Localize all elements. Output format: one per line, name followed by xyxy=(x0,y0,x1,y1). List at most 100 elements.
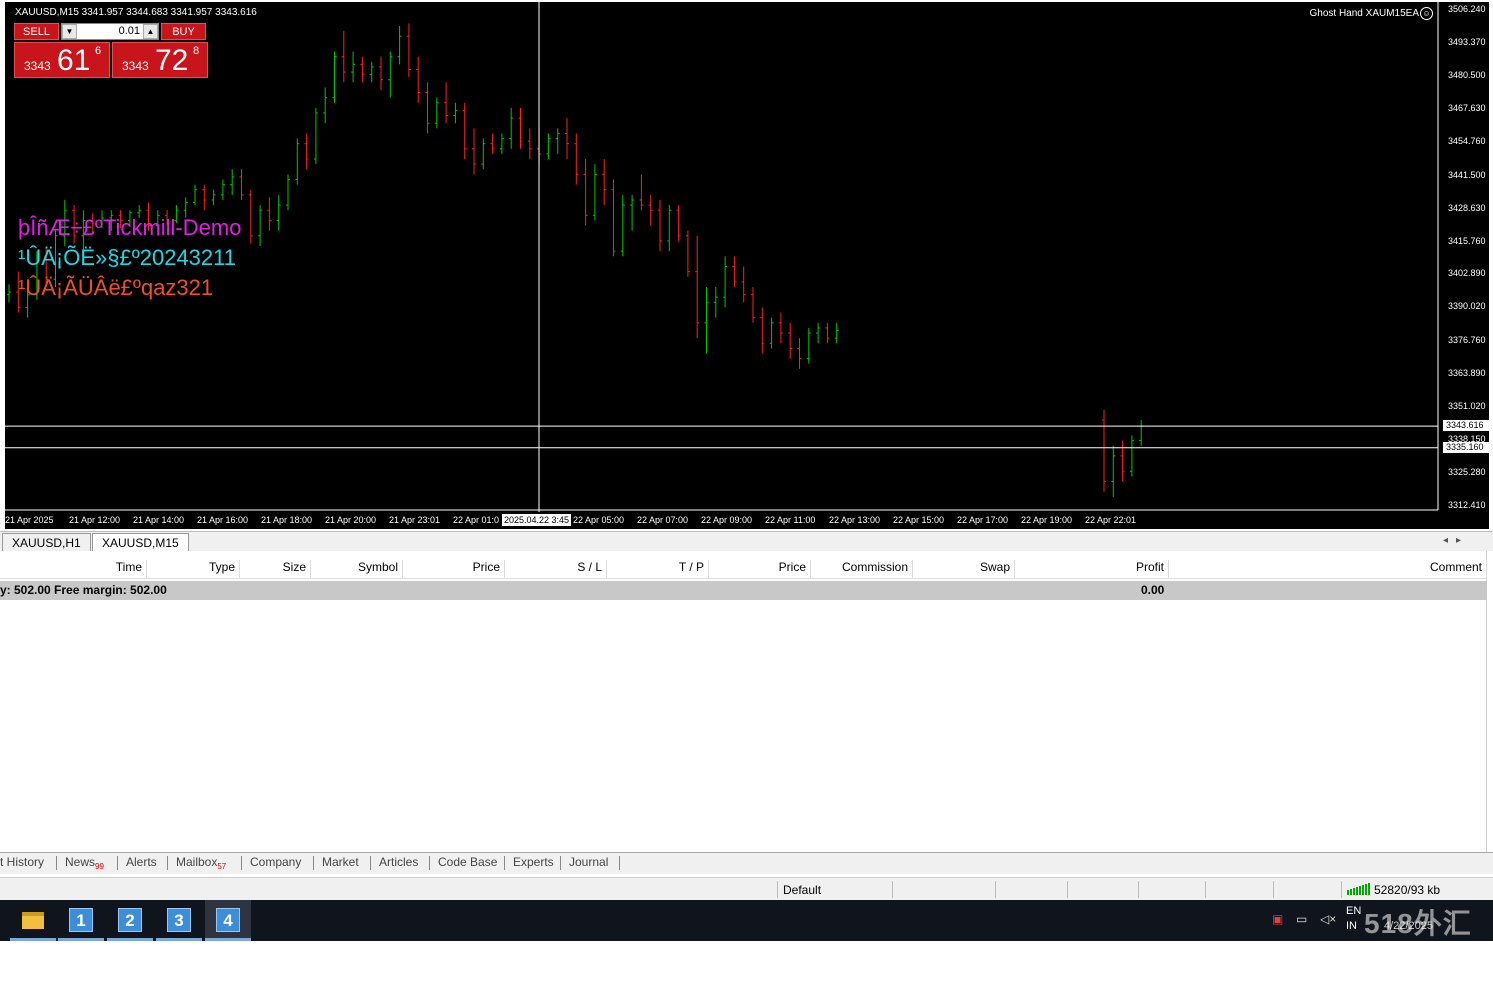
chart-tab-bar: XAUUSD,H1 XAUUSD,M15 ◂▸ xyxy=(0,531,1493,552)
unread-count-badge: 99 xyxy=(95,862,104,871)
time-axis-label: 22 Apr 11:00 xyxy=(765,515,816,525)
candle xyxy=(583,159,588,226)
candle xyxy=(630,194,635,231)
terminal-table-header: Time Type Size Symbol Price S / LT / P Price Co… xyxy=(0,557,1487,579)
tab-scroll-arrows-icon[interactable]: ◂▸ xyxy=(1443,535,1469,546)
column-header[interactable]: Symbol xyxy=(311,560,403,578)
taskbar-app-3[interactable]: 3 xyxy=(156,900,202,941)
price-axis-label: 3402.890 xyxy=(1448,268,1486,279)
candle xyxy=(1111,445,1116,497)
candle xyxy=(602,159,607,206)
candle xyxy=(406,23,411,78)
lang-line-2: IN xyxy=(1346,920,1357,932)
sell-price-point: 6 xyxy=(95,45,102,57)
decrease-lot-icon[interactable]: ▼ xyxy=(62,24,77,39)
candle xyxy=(1120,440,1125,482)
one-click-trading-panel: SELL ▼ 0.01 ▲ BUY 3343 61 6 3343 72 8 xyxy=(14,21,208,78)
increase-lot-icon[interactable]: ▲ xyxy=(143,24,158,39)
chart-canvas[interactable]: XAUUSD,M15 3341.957 3344.683 3341.957 33… xyxy=(5,2,1490,529)
time-axis-label: 21 Apr 23:01 xyxy=(389,515,441,525)
terminal-tab[interactable]: Journal xyxy=(569,855,608,869)
column-header[interactable]: Price xyxy=(403,560,505,578)
column-header[interactable]: Comment xyxy=(1169,560,1487,578)
candle xyxy=(723,256,728,308)
terminal-tab[interactable]: Code Base xyxy=(438,855,497,869)
status-bar: Default 52820/93 kb xyxy=(0,877,1493,900)
terminal-tab-label: Experts xyxy=(513,855,554,869)
time-axis-label: 21 Apr 16:00 xyxy=(197,515,249,525)
column-header[interactable]: S / L xyxy=(505,560,607,578)
security-alert-icon[interactable]: ▣ xyxy=(1272,912,1283,926)
buy-button[interactable]: BUY xyxy=(161,23,206,40)
lot-size-stepper[interactable]: ▼ 0.01 ▲ xyxy=(61,23,159,40)
tab-xauusd-h1[interactable]: XAUUSD,H1 xyxy=(2,533,91,552)
candle xyxy=(592,164,597,221)
tab-xauusd-m15[interactable]: XAUUSD,M15 xyxy=(92,533,189,552)
terminal-tab[interactable]: News99 xyxy=(65,855,104,871)
app-3-icon: 3 xyxy=(167,908,191,932)
taskbar-app-4[interactable]: 4 xyxy=(205,900,251,941)
network-icon[interactable]: ▭ xyxy=(1296,912,1307,926)
candle xyxy=(351,51,356,83)
candle xyxy=(388,51,393,98)
terminal-tab-label: Code Base xyxy=(438,855,498,869)
terminal-tab[interactable]: Alerts xyxy=(126,855,157,869)
candle xyxy=(1139,420,1144,446)
candle xyxy=(741,266,746,303)
price-axis-label: 3363.890 xyxy=(1448,368,1486,379)
terminal-tab[interactable]: Experts xyxy=(513,855,554,869)
time-axis-label: 22 Apr 07:00 xyxy=(637,515,689,525)
taskbar-app-1[interactable]: 1 xyxy=(58,900,104,941)
column-header[interactable]: Commission xyxy=(811,560,913,578)
terminal-tab[interactable]: Market xyxy=(322,855,359,869)
volume-muted-icon[interactable]: ◁× xyxy=(1320,912,1336,926)
candle xyxy=(490,133,495,154)
column-header[interactable]: Profit xyxy=(1015,560,1169,578)
terminal-tab[interactable]: Articles xyxy=(379,855,418,869)
chart-title: XAUUSD,M15 3341.957 3344.683 3341.957 33… xyxy=(15,7,257,18)
lot-size-value[interactable]: 0.01 xyxy=(119,25,140,37)
price-axis-label: 3415.760 xyxy=(1448,235,1486,246)
candle xyxy=(369,61,374,83)
candle xyxy=(7,284,11,303)
expert-advisor-label: Ghost Hand XAUM15EA xyxy=(1309,8,1420,19)
time-axis-label: 21 Apr 14:00 xyxy=(133,515,185,525)
price-axis-label: 3454.760 xyxy=(1448,135,1486,146)
lang-line-1: EN xyxy=(1346,905,1362,917)
column-header[interactable]: Time xyxy=(0,560,147,578)
price-axis-label: 3467.630 xyxy=(1448,102,1486,113)
app-1-icon: 1 xyxy=(69,908,93,932)
column-header[interactable]: Size xyxy=(240,560,311,578)
folder-icon xyxy=(22,912,44,929)
candle xyxy=(304,133,309,170)
windows-taskbar: 1 2 3 4 ▣ ▭ ◁× EN IN 4/22/2025 xyxy=(0,900,1493,941)
terminal-tab[interactable]: Company xyxy=(250,855,301,869)
sell-price-box[interactable]: 3343 61 6 xyxy=(14,42,110,78)
column-header[interactable]: T / P xyxy=(607,560,709,578)
column-header[interactable]: Swap xyxy=(913,560,1015,578)
taskbar-app-2[interactable]: 2 xyxy=(107,900,153,941)
input-language-indicator[interactable]: EN IN xyxy=(1346,904,1361,934)
column-header[interactable]: Type xyxy=(147,560,240,578)
buy-price-box[interactable]: 3343 72 8 xyxy=(112,42,208,78)
terminal-tab[interactable]: t History xyxy=(0,855,44,869)
file-explorer-button[interactable] xyxy=(10,900,56,941)
smiley-icon[interactable]: ☺ xyxy=(1420,7,1433,20)
chart-window: XAUUSD,M15 3341.957 3344.683 3341.957 33… xyxy=(0,0,1493,531)
candle xyxy=(267,197,272,231)
sell-button[interactable]: SELL xyxy=(14,23,59,40)
time-axis-label: 22 Apr 22:01 xyxy=(1085,515,1137,525)
terminal-tab[interactable]: Mailbox57 xyxy=(176,855,226,871)
candle xyxy=(620,194,625,257)
candle xyxy=(751,286,755,323)
overlay-password-text: ¹ÛÄ¡ÃÜÂë£ºqaz321 xyxy=(18,275,214,300)
time-axis-label: 22 Apr 13:00 xyxy=(829,515,881,525)
candle xyxy=(825,322,830,344)
column-header[interactable]: Price xyxy=(709,560,811,578)
candle xyxy=(574,133,579,185)
candle xyxy=(658,199,662,252)
price-axis-label: 3480.500 xyxy=(1448,69,1486,80)
candle xyxy=(258,205,263,247)
candle xyxy=(648,194,653,226)
candle xyxy=(695,235,700,339)
